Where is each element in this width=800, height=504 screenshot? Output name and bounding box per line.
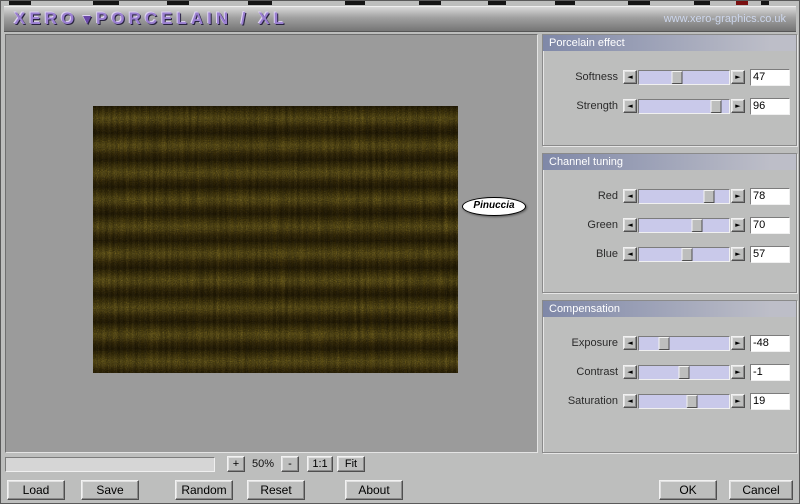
reset-button[interactable]: Reset <box>247 480 305 500</box>
slider-value-input[interactable] <box>750 187 790 205</box>
slider-increment-button[interactable]: ► <box>731 247 745 261</box>
slider-label: Strength <box>576 100 618 112</box>
slider-value-input[interactable] <box>750 363 790 381</box>
zoom-in-button[interactable]: + <box>227 456 245 472</box>
slider-increment-button[interactable]: ► <box>731 70 745 84</box>
slider-row-contrast: Contrast ◄ ► <box>543 363 790 381</box>
actual-size-button[interactable]: 1:1 <box>307 456 333 472</box>
slider-label: Blue <box>595 248 618 260</box>
slider-thumb[interactable] <box>691 218 703 232</box>
slider-thumb[interactable] <box>678 365 690 379</box>
slider-value-input[interactable] <box>750 97 790 115</box>
slider-label: Softness <box>575 71 618 83</box>
slider-increment-button[interactable]: ► <box>731 394 745 408</box>
slider-thumb[interactable] <box>686 394 698 408</box>
slider-track[interactable] <box>638 335 730 351</box>
zoom-bar: + 50% - 1:1 Fit <box>5 455 795 473</box>
slider-label: Exposure <box>571 337 618 349</box>
group-compensation: Compensation Exposure ◄ ► Contrast ◄ ► <box>542 300 797 453</box>
slider-thumb[interactable] <box>710 99 721 113</box>
slider-decrement-button[interactable]: ◄ <box>623 70 637 84</box>
app-logo: XERO ▼ PORCELAIN / XL <box>14 9 288 29</box>
about-button[interactable]: About <box>345 480 403 500</box>
slider-value-input[interactable] <box>750 216 790 234</box>
slider-thumb[interactable] <box>703 189 715 203</box>
plugin-window: XERO ▼ PORCELAIN / XL www.xero-graphics.co… <box>0 0 800 504</box>
slider-decrement-button[interactable]: ◄ <box>623 394 637 408</box>
slider-label: Red <box>597 190 618 202</box>
slider-increment-button[interactable]: ► <box>731 336 745 350</box>
slider-row-red: Red ◄ ► <box>543 187 790 205</box>
slider-row-strength: Strength ◄ ► <box>543 97 790 115</box>
load-button[interactable]: Load <box>7 480 65 500</box>
group-title: Channel tuning <box>543 154 796 170</box>
logo-porcelain-xl: PORCELAIN / XL <box>96 9 289 28</box>
slider-value-input[interactable] <box>750 392 790 410</box>
slider-track[interactable] <box>638 217 730 233</box>
slider-decrement-button[interactable]: ◄ <box>623 218 637 232</box>
preview-panel[interactable]: Pinuccia <box>5 34 538 453</box>
signature-badge: Pinuccia <box>462 197 526 216</box>
slider-row-saturation: Saturation ◄ ► <box>543 392 790 410</box>
slider-track[interactable] <box>638 188 730 204</box>
header-bar: XERO ▼ PORCELAIN / XL www.xero-graphics.co… <box>4 6 796 32</box>
slider-row-softness: Softness ◄ ► <box>543 68 790 86</box>
slider-track[interactable] <box>638 364 730 380</box>
random-button[interactable]: Random <box>175 480 233 500</box>
action-button-bar: Load Save Random Reset About OK Cancel <box>5 479 795 501</box>
slider-row-exposure: Exposure ◄ ► <box>543 334 790 352</box>
slider-increment-button[interactable]: ► <box>731 189 745 203</box>
slider-value-input[interactable] <box>750 245 790 263</box>
slider-thumb[interactable] <box>681 247 693 261</box>
slider-thumb[interactable] <box>658 336 670 350</box>
slider-decrement-button[interactable]: ◄ <box>623 189 637 203</box>
group-title: Porcelain effect <box>543 35 796 51</box>
zoom-out-button[interactable]: - <box>281 456 299 472</box>
slider-decrement-button[interactable]: ◄ <box>623 99 637 113</box>
ok-button[interactable]: OK <box>659 480 717 500</box>
logo-check-icon: ▼ <box>80 11 95 27</box>
cancel-button[interactable]: Cancel <box>729 480 793 500</box>
slider-row-blue: Blue ◄ ► <box>543 245 790 263</box>
slider-increment-button[interactable]: ► <box>731 99 745 113</box>
logo-xero: XERO <box>14 9 79 28</box>
slider-value-input[interactable] <box>750 334 790 352</box>
group-channel-tuning: Channel tuning Red ◄ ► Green ◄ ► B <box>542 153 797 293</box>
slider-label: Contrast <box>576 366 618 378</box>
slider-track[interactable] <box>638 98 730 114</box>
slider-increment-button[interactable]: ► <box>731 218 745 232</box>
slider-track[interactable] <box>638 69 730 85</box>
slider-label: Saturation <box>567 395 618 407</box>
zoom-level: 50% <box>251 458 275 470</box>
slider-label: Green <box>587 219 618 231</box>
render-progress-bar <box>5 456 215 472</box>
slider-increment-button[interactable]: ► <box>731 365 745 379</box>
save-button[interactable]: Save <box>81 480 139 500</box>
preview-image[interactable] <box>93 106 458 373</box>
fit-button[interactable]: Fit <box>337 456 365 472</box>
website-link[interactable]: www.xero-graphics.co.uk <box>664 13 786 25</box>
slider-track[interactable] <box>638 393 730 409</box>
slider-track[interactable] <box>638 246 730 262</box>
slider-decrement-button[interactable]: ◄ <box>623 247 637 261</box>
slider-value-input[interactable] <box>750 68 790 86</box>
controls-panel: Porcelain effect Softness ◄ ► Strength ◄… <box>542 34 797 453</box>
slider-thumb[interactable] <box>671 70 683 84</box>
group-title: Compensation <box>543 301 796 317</box>
slider-decrement-button[interactable]: ◄ <box>623 336 637 350</box>
group-porcelain-effect: Porcelain effect Softness ◄ ► Strength ◄… <box>542 34 797 146</box>
texture-noise-overlay <box>93 106 458 373</box>
slider-decrement-button[interactable]: ◄ <box>623 365 637 379</box>
slider-row-green: Green ◄ ► <box>543 216 790 234</box>
